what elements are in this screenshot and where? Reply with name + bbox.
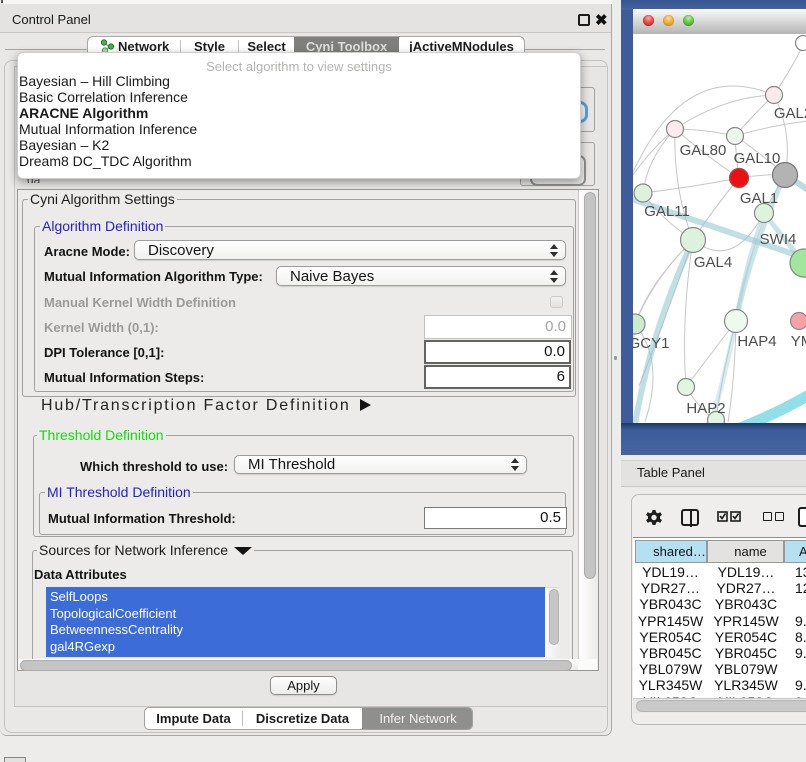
svg-text:GAL80: GAL80: [680, 142, 727, 159]
svg-text:GAL4: GAL4: [694, 254, 732, 271]
svg-text:HAP4: HAP4: [737, 333, 776, 350]
svg-text:GCY1: GCY1: [633, 335, 669, 352]
svg-text:GAL10: GAL10: [734, 150, 781, 167]
svg-text:GAL11: GAL11: [644, 203, 690, 220]
svg-text:HAP2: HAP2: [686, 400, 725, 417]
svg-text:SWI4: SWI4: [760, 231, 797, 248]
svg-text:GAL1: GAL1: [740, 190, 778, 207]
svg-text:YM: YM: [791, 333, 806, 350]
svg-text:GAL2: GAL2: [774, 105, 806, 122]
